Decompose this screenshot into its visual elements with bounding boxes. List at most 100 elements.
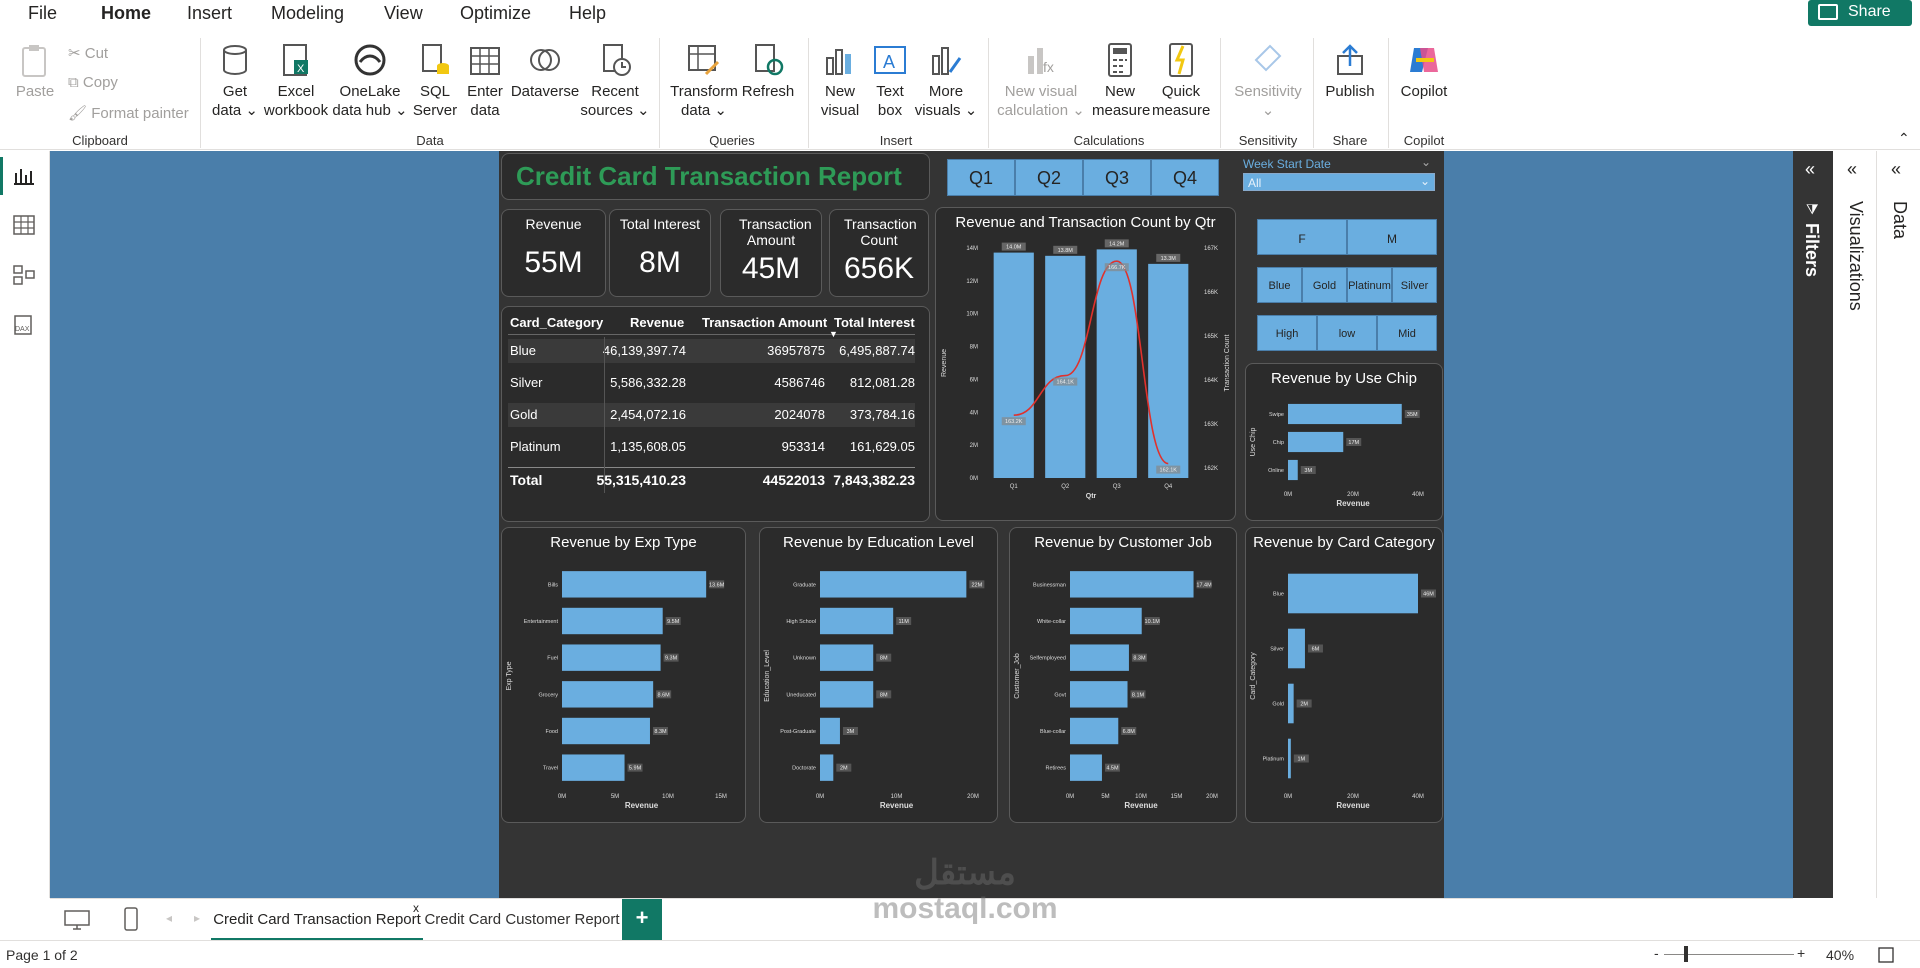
revenue-by-customer-job-chart[interactable]: Revenue by Customer Job Businessman 17.4M… — [1009, 527, 1237, 823]
table-row[interactable]: Blue 46,139,397.74 36957875 6,495,887.74 — [508, 339, 915, 363]
slicer-category-platinum[interactable]: Platinum — [1347, 267, 1392, 303]
publish-button[interactable]: Publish — [1320, 42, 1380, 101]
revenue-by-qtr-chart[interactable]: Revenue and Transaction Count by Qtr 0M 2… — [935, 207, 1236, 521]
expand-icon[interactable]: « — [1891, 159, 1901, 180]
col-header[interactable]: Revenue — [630, 315, 684, 330]
slicer-income-high[interactable]: High — [1257, 315, 1317, 351]
quarter-q3-button[interactable]: Q3 — [1083, 159, 1151, 196]
prev-page-icon[interactable]: ◂ — [166, 911, 172, 925]
divider — [200, 38, 201, 148]
slicer-category-blue[interactable]: Blue — [1257, 267, 1302, 303]
slicer-income-low[interactable]: low — [1317, 315, 1377, 351]
quick-measure-button[interactable]: Quick measure — [1152, 42, 1210, 120]
right-panes: « ⧩ Filters « Visualizations « Data — [1793, 151, 1920, 898]
data-label: 17.4M — [1196, 582, 1212, 588]
fit-to-page-icon[interactable] — [1878, 947, 1894, 963]
menu-insert[interactable]: Insert — [187, 3, 232, 24]
col-header[interactable]: Total Interest — [834, 315, 915, 330]
sql-server-button[interactable]: SQL Server — [412, 42, 458, 120]
recent-sources-button[interactable]: Recent sources ⌄ — [580, 42, 650, 120]
category-label: Selfemployeed — [1030, 656, 1066, 662]
format-painter-button[interactable]: 🖌 Format painter — [68, 104, 189, 122]
filters-pane[interactable]: « ⧩ Filters — [1793, 151, 1833, 898]
data-pane[interactable]: « Data — [1877, 151, 1920, 898]
text-box-button[interactable]: A Text box — [866, 42, 914, 120]
expand-icon[interactable]: « — [1805, 159, 1815, 180]
collapse-ribbon-icon[interactable]: ⌃ — [1898, 130, 1910, 147]
new-visual-button[interactable]: New visual — [816, 42, 864, 120]
get-data-button[interactable]: Get data ⌄ — [210, 42, 260, 120]
excel-workbook-button[interactable]: X Excel workbook — [262, 42, 330, 120]
cut-button[interactable]: ✂ Cut — [68, 44, 108, 62]
menu-view[interactable]: View — [384, 3, 423, 24]
zoom-slider-thumb[interactable] — [1684, 946, 1688, 962]
category-label: Q3 — [1113, 484, 1122, 490]
model-view-icon[interactable] — [13, 265, 35, 285]
table-view-icon[interactable] — [13, 215, 35, 235]
quarter-q4-button[interactable]: Q4 — [1151, 159, 1219, 196]
slicer-category-silver[interactable]: Silver — [1392, 267, 1437, 303]
sort-icon[interactable]: ▼ — [829, 329, 838, 339]
revenue-by-use-chip-chart[interactable]: Revenue by Use Chip Swipe 35M Chip 17M Onlin… — [1245, 363, 1443, 521]
sensitivity-button[interactable]: Sensitivity ⌄ — [1228, 42, 1308, 120]
copilot-button[interactable]: Copilot — [1394, 42, 1454, 101]
menu-file[interactable]: File — [28, 3, 57, 24]
zoom-in-button[interactable]: + — [1797, 945, 1805, 961]
menu-help[interactable]: Help — [569, 3, 606, 24]
paste-button[interactable]: Paste — [12, 42, 58, 101]
copy-button[interactable]: ⧉ Copy — [68, 74, 118, 91]
share-button[interactable]: Share — [1808, 0, 1912, 26]
tab-credit-card-transaction-report[interactable]: Credit Card Transaction Report x — [211, 899, 423, 941]
new-measure-button[interactable]: New measure — [1092, 42, 1150, 120]
revenue-by-card-category-chart[interactable]: Revenue by Card Category Blue 46M Silver 6M… — [1245, 527, 1443, 823]
divider — [1313, 38, 1314, 148]
data-label: 5.9M — [629, 766, 642, 772]
slicer-category-gold[interactable]: Gold — [1302, 267, 1347, 303]
slicer-income-mid[interactable]: Mid — [1377, 315, 1437, 351]
table-row[interactable]: Silver 5,586,332.28 4586746 812,081.28 — [508, 371, 915, 395]
report-canvas: Credit Card Transaction Report Q1 Q2 Q3 … — [50, 151, 1793, 898]
col-header[interactable]: Transaction Amount — [702, 315, 827, 330]
axis-label: Revenue — [880, 801, 914, 810]
enter-data-button[interactable]: Enter data — [460, 42, 510, 120]
add-page-button[interactable]: + — [622, 899, 662, 941]
bar — [562, 717, 650, 745]
bar — [1288, 628, 1305, 669]
report-view-icon[interactable] — [13, 165, 35, 185]
col-header[interactable]: Card_Category — [510, 315, 603, 330]
quarter-q1-button[interactable]: Q1 — [947, 159, 1015, 196]
menu-modeling[interactable]: Modeling — [271, 3, 344, 24]
close-icon[interactable]: x — [413, 901, 419, 915]
data-label: 6M — [1312, 647, 1320, 653]
menu-optimize[interactable]: Optimize — [460, 3, 531, 24]
next-page-icon[interactable]: ▸ — [194, 911, 200, 925]
refresh-button[interactable]: Refresh — [740, 42, 796, 101]
onelake-button[interactable]: OneLake data hub ⌄ — [332, 42, 408, 120]
group-insert: Insert — [879, 133, 913, 148]
bar — [1288, 403, 1402, 425]
dataverse-button[interactable]: Dataverse — [510, 42, 580, 101]
table-row[interactable]: Platinum 1,135,608.05 953314 161,629.05 — [508, 435, 915, 459]
category-label: Grocery — [538, 692, 558, 698]
table-row[interactable]: Gold 2,454,072.16 2024078 373,784.16 — [508, 403, 915, 427]
more-visuals-button[interactable]: More visuals ⌄ — [914, 42, 978, 120]
revenue-by-exp-type-chart[interactable]: Revenue by Exp Type Bills 13.6M Entertainm… — [501, 527, 746, 823]
dax-query-view-icon[interactable]: DAX — [13, 315, 35, 335]
zoom-out-button[interactable]: - — [1654, 945, 1659, 961]
chevron-down-icon[interactable]: ⌄ — [1421, 155, 1431, 169]
mobile-layout-icon[interactable] — [124, 907, 138, 931]
slicer-gender-f[interactable]: F — [1257, 219, 1347, 255]
expand-icon[interactable]: « — [1847, 159, 1857, 180]
bar — [1288, 683, 1294, 724]
transform-data-button[interactable]: Transform data ⌄ — [668, 42, 740, 120]
menu-home[interactable]: Home — [98, 3, 154, 33]
week-dropdown[interactable]: All ⌄ — [1243, 173, 1435, 191]
combo-chart-svg: 0M 2M 4M 6M 8M 10M 12M 14M 162K 163K 164K 165K 166K 1… — [941, 239, 1231, 500]
quarter-q2-button[interactable]: Q2 — [1015, 159, 1083, 196]
slicer-gender-m[interactable]: M — [1347, 219, 1437, 255]
new-visual-calculation-button[interactable]: fx New visual calculation ⌄ — [996, 42, 1086, 120]
visualizations-pane[interactable]: « Visualizations — [1833, 151, 1877, 898]
revenue-by-education-chart[interactable]: Revenue by Education Level Graduate 22M Hi… — [759, 527, 998, 823]
tab-credit-card-customer-report[interactable]: Credit Card Customer Report — [423, 899, 621, 941]
desktop-layout-icon[interactable] — [64, 909, 90, 931]
